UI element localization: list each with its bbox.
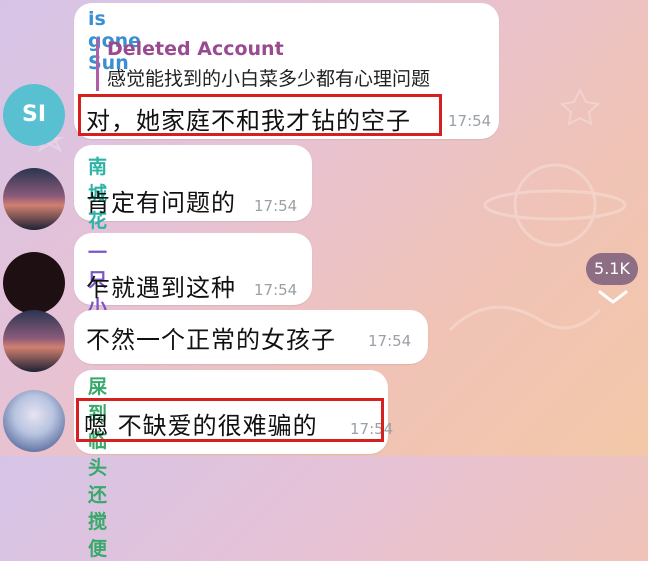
message-text: 乍就遇到这种 (86, 274, 236, 302)
message-time: 17:54 (368, 332, 412, 350)
message-time: 17:54 (448, 112, 492, 130)
avatar[interactable]: SI (3, 84, 65, 146)
message-time: 17:54 (254, 281, 298, 299)
highlight-box (78, 94, 442, 136)
views-badge: 5.1K (586, 253, 638, 285)
reply-sender-name: Deleted Account (107, 38, 284, 60)
reply-text: 感觉能找到的小白菜多少都有心理问题 (107, 68, 431, 90)
chevron-down-icon[interactable] (594, 286, 632, 308)
reply-preview[interactable]: Deleted Account 感觉能找到的小白菜多少都有心理问题 (96, 38, 430, 91)
avatar[interactable] (3, 168, 65, 230)
avatar[interactable] (3, 390, 65, 452)
message-text: 肯定有问题的 (86, 189, 236, 217)
avatar[interactable] (3, 252, 65, 314)
message-text: 不然一个正常的女孩子 (86, 326, 336, 354)
message-time: 17:54 (254, 197, 298, 215)
highlight-box (76, 398, 384, 442)
avatar[interactable] (3, 310, 65, 372)
